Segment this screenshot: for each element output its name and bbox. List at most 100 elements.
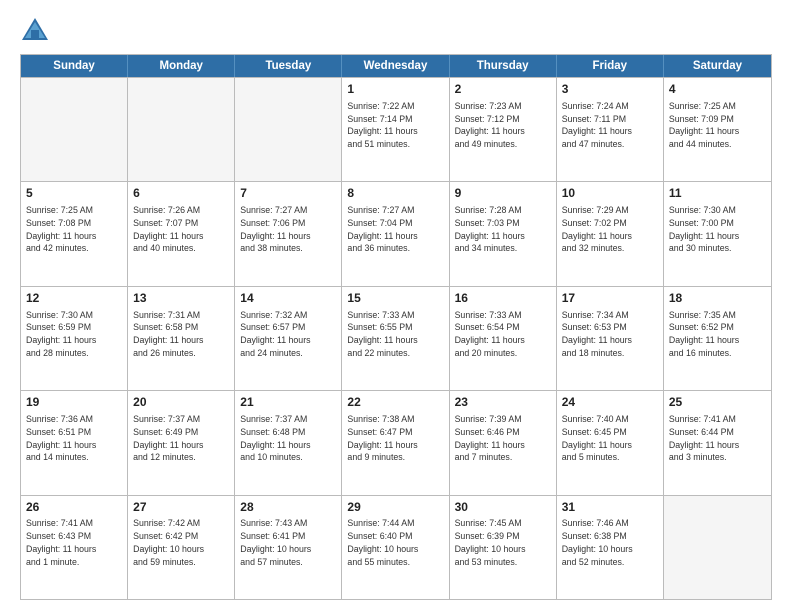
calendar-cell: 7 Sunrise: 7:27 AM Sunset: 7:06 PM Daylig… — [235, 182, 342, 285]
calendar-cell: 22 Sunrise: 7:38 AM Sunset: 6:47 PM Dayli… — [342, 391, 449, 494]
cell-info: Sunrise: 7:42 AM Sunset: 6:42 PM Dayligh… — [133, 517, 229, 568]
calendar-cell: 28Sunrise: 7:43 AM Sunset: 6:41 PM Dayli… — [235, 496, 342, 599]
calendar-cell: 1 Sunrise: 7:22 AM Sunset: 7:14 PM Daylig… — [342, 78, 449, 181]
calendar-cell: 23Sunrise: 7:39 AM Sunset: 6:46 PM Dayli… — [450, 391, 557, 494]
header-day-tuesday: Tuesday — [235, 55, 342, 77]
calendar-cell: 17 Sunrise: 7:34 AM Sunset: 6:53 PM Dayli… — [557, 287, 664, 390]
page: SundayMondayTuesdayWednesdayThursdayFrid… — [0, 0, 792, 612]
cell-info: Sunrise: 7:43 AM Sunset: 6:41 PM Dayligh… — [240, 517, 336, 568]
calendar-row-2: 5 Sunrise: 7:25 AM Sunset: 7:08 PM Daylig… — [21, 181, 771, 285]
calendar-row-5: 26Sunrise: 7:41 AM Sunset: 6:43 PM Dayli… — [21, 495, 771, 599]
calendar-cell: 24 Sunrise: 7:40 AM Sunset: 6:45 PM Dayli… — [557, 391, 664, 494]
calendar-cell: 13 Sunrise: 7:31 AM Sunset: 6:58 PM Dayli… — [128, 287, 235, 390]
cell-info: Sunrise: 7:36 AM Sunset: 6:51 PM Dayligh… — [26, 413, 122, 464]
calendar-cell: 19 Sunrise: 7:36 AM Sunset: 6:51 PM Dayli… — [21, 391, 128, 494]
calendar-cell: 10 Sunrise: 7:29 AM Sunset: 7:02 PM Dayli… — [557, 182, 664, 285]
calendar-cell: 2 Sunrise: 7:23 AM Sunset: 7:12 PM Daylig… — [450, 78, 557, 181]
calendar-cell: 18Sunrise: 7:35 AM Sunset: 6:52 PM Dayli… — [664, 287, 771, 390]
cell-info: Sunrise: 7:40 AM Sunset: 6:45 PM Dayligh… — [562, 413, 658, 464]
calendar-cell: 27Sunrise: 7:42 AM Sunset: 6:42 PM Dayli… — [128, 496, 235, 599]
cell-day-number: 1 — [347, 81, 443, 98]
cell-day-number: 13 — [133, 290, 229, 307]
calendar: SundayMondayTuesdayWednesdayThursdayFrid… — [20, 54, 772, 600]
cell-info: Sunrise: 7:27 AM Sunset: 7:04 PM Dayligh… — [347, 204, 443, 255]
cell-day-number: 24 — [562, 394, 658, 411]
cell-info: Sunrise: 7:30 AM Sunset: 7:00 PM Dayligh… — [669, 204, 766, 255]
cell-info: Sunrise: 7:33 AM Sunset: 6:55 PM Dayligh… — [347, 309, 443, 360]
header-day-sunday: Sunday — [21, 55, 128, 77]
cell-info: Sunrise: 7:45 AM Sunset: 6:39 PM Dayligh… — [455, 517, 551, 568]
cell-day-number: 7 — [240, 185, 336, 202]
calendar-cell — [235, 78, 342, 181]
header-day-monday: Monday — [128, 55, 235, 77]
cell-info: Sunrise: 7:46 AM Sunset: 6:38 PM Dayligh… — [562, 517, 658, 568]
calendar-cell: 5 Sunrise: 7:25 AM Sunset: 7:08 PM Daylig… — [21, 182, 128, 285]
cell-info: Sunrise: 7:31 AM Sunset: 6:58 PM Dayligh… — [133, 309, 229, 360]
cell-info: Sunrise: 7:27 AM Sunset: 7:06 PM Dayligh… — [240, 204, 336, 255]
cell-day-number: 31 — [562, 499, 658, 516]
calendar-cell: 21Sunrise: 7:37 AM Sunset: 6:48 PM Dayli… — [235, 391, 342, 494]
cell-info: Sunrise: 7:39 AM Sunset: 6:46 PM Dayligh… — [455, 413, 551, 464]
header — [20, 16, 772, 44]
calendar-cell: 16 Sunrise: 7:33 AM Sunset: 6:54 PM Dayli… — [450, 287, 557, 390]
cell-info: Sunrise: 7:32 AM Sunset: 6:57 PM Dayligh… — [240, 309, 336, 360]
calendar-body: 1 Sunrise: 7:22 AM Sunset: 7:14 PM Daylig… — [21, 77, 771, 599]
cell-day-number: 5 — [26, 185, 122, 202]
cell-info: Sunrise: 7:29 AM Sunset: 7:02 PM Dayligh… — [562, 204, 658, 255]
cell-info: Sunrise: 7:23 AM Sunset: 7:12 PM Dayligh… — [455, 100, 551, 151]
cell-info: Sunrise: 7:30 AM Sunset: 6:59 PM Dayligh… — [26, 309, 122, 360]
cell-day-number: 9 — [455, 185, 551, 202]
cell-info: Sunrise: 7:35 AM Sunset: 6:52 PM Dayligh… — [669, 309, 766, 360]
cell-info: Sunrise: 7:41 AM Sunset: 6:44 PM Dayligh… — [669, 413, 766, 464]
cell-info: Sunrise: 7:34 AM Sunset: 6:53 PM Dayligh… — [562, 309, 658, 360]
cell-info: Sunrise: 7:33 AM Sunset: 6:54 PM Dayligh… — [455, 309, 551, 360]
logo-icon — [20, 16, 50, 44]
cell-day-number: 29 — [347, 499, 443, 516]
cell-day-number: 19 — [26, 394, 122, 411]
cell-info: Sunrise: 7:38 AM Sunset: 6:47 PM Dayligh… — [347, 413, 443, 464]
calendar-cell — [128, 78, 235, 181]
calendar-cell — [21, 78, 128, 181]
calendar-cell: 4 Sunrise: 7:25 AM Sunset: 7:09 PM Daylig… — [664, 78, 771, 181]
cell-day-number: 22 — [347, 394, 443, 411]
cell-day-number: 28 — [240, 499, 336, 516]
cell-info: Sunrise: 7:22 AM Sunset: 7:14 PM Dayligh… — [347, 100, 443, 151]
calendar-row-4: 19 Sunrise: 7:36 AM Sunset: 6:51 PM Dayli… — [21, 390, 771, 494]
cell-day-number: 6 — [133, 185, 229, 202]
calendar-cell: 11 Sunrise: 7:30 AM Sunset: 7:00 PM Dayli… — [664, 182, 771, 285]
cell-info: Sunrise: 7:41 AM Sunset: 6:43 PM Dayligh… — [26, 517, 122, 568]
calendar-cell: 3Sunrise: 7:24 AM Sunset: 7:11 PM Daylig… — [557, 78, 664, 181]
calendar-cell: 25Sunrise: 7:41 AM Sunset: 6:44 PM Dayli… — [664, 391, 771, 494]
cell-info: Sunrise: 7:44 AM Sunset: 6:40 PM Dayligh… — [347, 517, 443, 568]
cell-info: Sunrise: 7:37 AM Sunset: 6:48 PM Dayligh… — [240, 413, 336, 464]
cell-day-number: 8 — [347, 185, 443, 202]
header-day-friday: Friday — [557, 55, 664, 77]
calendar-cell: 15 Sunrise: 7:33 AM Sunset: 6:55 PM Dayli… — [342, 287, 449, 390]
cell-info: Sunrise: 7:25 AM Sunset: 7:09 PM Dayligh… — [669, 100, 766, 151]
cell-info: Sunrise: 7:24 AM Sunset: 7:11 PM Dayligh… — [562, 100, 658, 151]
calendar-row-3: 12 Sunrise: 7:30 AM Sunset: 6:59 PM Dayli… — [21, 286, 771, 390]
cell-day-number: 12 — [26, 290, 122, 307]
calendar-cell: 8 Sunrise: 7:27 AM Sunset: 7:04 PM Daylig… — [342, 182, 449, 285]
calendar-cell: 30Sunrise: 7:45 AM Sunset: 6:39 PM Dayli… — [450, 496, 557, 599]
cell-day-number: 20 — [133, 394, 229, 411]
calendar-cell: 6Sunrise: 7:26 AM Sunset: 7:07 PM Daylig… — [128, 182, 235, 285]
calendar-cell — [664, 496, 771, 599]
cell-day-number: 14 — [240, 290, 336, 307]
cell-day-number: 2 — [455, 81, 551, 98]
cell-day-number: 15 — [347, 290, 443, 307]
cell-day-number: 26 — [26, 499, 122, 516]
cell-day-number: 11 — [669, 185, 766, 202]
cell-day-number: 27 — [133, 499, 229, 516]
calendar-cell: 9 Sunrise: 7:28 AM Sunset: 7:03 PM Daylig… — [450, 182, 557, 285]
cell-day-number: 16 — [455, 290, 551, 307]
cell-info: Sunrise: 7:28 AM Sunset: 7:03 PM Dayligh… — [455, 204, 551, 255]
calendar-header: SundayMondayTuesdayWednesdayThursdayFrid… — [21, 55, 771, 77]
cell-day-number: 17 — [562, 290, 658, 307]
cell-info: Sunrise: 7:25 AM Sunset: 7:08 PM Dayligh… — [26, 204, 122, 255]
cell-day-number: 4 — [669, 81, 766, 98]
calendar-cell: 29Sunrise: 7:44 AM Sunset: 6:40 PM Dayli… — [342, 496, 449, 599]
cell-day-number: 10 — [562, 185, 658, 202]
logo — [20, 16, 54, 44]
header-day-wednesday: Wednesday — [342, 55, 449, 77]
